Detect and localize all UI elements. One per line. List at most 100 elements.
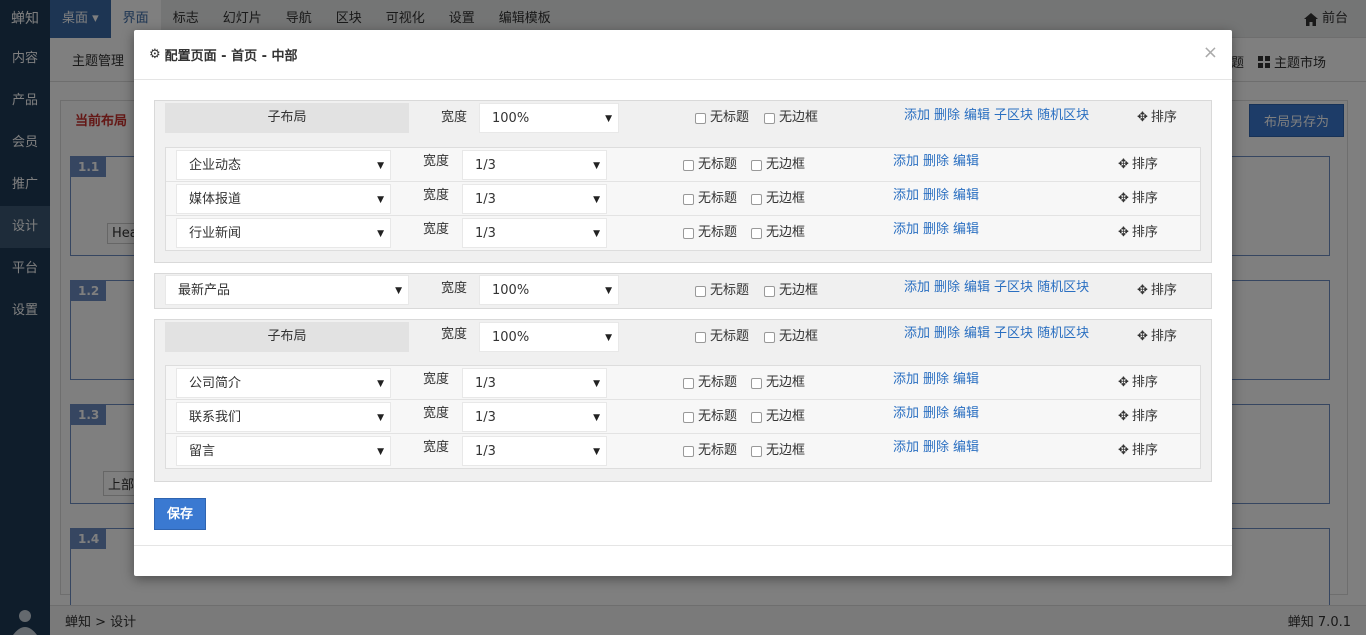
delete-link[interactable]: 删除: [923, 154, 949, 169]
no-title-checkbox[interactable]: 无标题: [683, 400, 737, 434]
width-select[interactable]: 1/3 ▼: [462, 402, 607, 432]
sort-handle[interactable]: ✥ 排序: [1118, 182, 1158, 216]
width-select[interactable]: 100% ▼: [479, 322, 619, 352]
move-icon: ✥: [1118, 157, 1129, 172]
checkbox-box: [683, 445, 694, 457]
width-select[interactable]: 1/3 ▼: [462, 368, 607, 398]
group-row: 子布局 宽度 100% ▼ 无标题 无边框 添加 删除 编辑 子区块 随机区块 ✥ 排序: [155, 320, 1211, 354]
add-link[interactable]: 添加: [893, 222, 919, 237]
edit-link[interactable]: 编辑: [953, 372, 979, 387]
random-block-link[interactable]: 随机区块: [1037, 326, 1089, 341]
delete-link[interactable]: 删除: [923, 188, 949, 203]
checkbox-box: [764, 112, 775, 124]
no-title-checkbox[interactable]: 无标题: [683, 182, 737, 216]
sort-handle[interactable]: ✥ 排序: [1137, 320, 1177, 354]
checkbox-label: 无标题: [710, 329, 750, 344]
no-title-checkbox[interactable]: 无标题: [695, 320, 749, 354]
no-border-checkbox[interactable]: 无边框: [751, 366, 805, 400]
add-link[interactable]: 添加: [904, 108, 930, 123]
width-label: 宽度: [423, 440, 450, 455]
block-select[interactable]: 联系我们 ▼: [176, 402, 391, 432]
subblock-link[interactable]: 子区块: [994, 108, 1033, 123]
close-button[interactable]: ×: [1203, 42, 1218, 63]
caret-down-icon: ▼: [395, 286, 402, 296]
move-icon: ✥: [1118, 409, 1129, 424]
subblock-link[interactable]: 子区块: [994, 326, 1033, 341]
sort-handle[interactable]: ✥ 排序: [1137, 101, 1177, 135]
width-select[interactable]: 1/3 ▼: [462, 218, 607, 248]
add-link[interactable]: 添加: [893, 406, 919, 421]
row-actions: 添加 删除 编辑 子区块 随机区块: [904, 99, 1093, 133]
delete-link[interactable]: 删除: [923, 406, 949, 421]
random-block-link[interactable]: 随机区块: [1037, 108, 1089, 123]
add-link[interactable]: 添加: [893, 372, 919, 387]
sort-handle[interactable]: ✥ 排序: [1118, 216, 1158, 250]
caret-down-icon: ▼: [377, 229, 384, 239]
sort-handle[interactable]: ✥ 排序: [1118, 400, 1158, 434]
checkbox-box: [751, 227, 762, 239]
edit-link[interactable]: 编辑: [953, 154, 979, 169]
edit-link[interactable]: 编辑: [964, 326, 990, 341]
child-rows: 企业动态 ▼ 宽度 1/3 ▼ 无标题 无边框 添加 删除 编辑 ✥ 排序 媒体报道 ▼ 宽…: [165, 147, 1201, 251]
add-link[interactable]: 添加: [893, 188, 919, 203]
delete-link[interactable]: 删除: [923, 222, 949, 237]
no-border-checkbox[interactable]: 无边框: [751, 148, 805, 182]
delete-link[interactable]: 删除: [923, 440, 949, 455]
add-link[interactable]: 添加: [904, 280, 930, 295]
delete-link[interactable]: 删除: [923, 372, 949, 387]
block-select[interactable]: 媒体报道 ▼: [176, 184, 391, 214]
width-label: 宽度: [423, 372, 450, 387]
block-select[interactable]: 企业动态 ▼: [176, 150, 391, 180]
checkbox-label: 无标题: [698, 157, 738, 172]
block-select[interactable]: 最新产品 ▼: [165, 275, 409, 305]
edit-link[interactable]: 编辑: [964, 108, 990, 123]
edit-link[interactable]: 编辑: [964, 280, 990, 295]
add-link[interactable]: 添加: [893, 154, 919, 169]
sort-handle[interactable]: ✥ 排序: [1118, 366, 1158, 400]
delete-link[interactable]: 删除: [934, 326, 960, 341]
block-select[interactable]: 公司简介 ▼: [176, 368, 391, 398]
add-link[interactable]: 添加: [904, 326, 930, 341]
no-title-checkbox[interactable]: 无标题: [683, 434, 737, 468]
add-link[interactable]: 添加: [893, 440, 919, 455]
no-border-checkbox[interactable]: 无边框: [751, 434, 805, 468]
move-icon: ✥: [1137, 329, 1148, 344]
move-icon: ✥: [1118, 191, 1129, 206]
no-border-checkbox[interactable]: 无边框: [764, 274, 818, 308]
width-select[interactable]: 100% ▼: [479, 275, 619, 305]
no-border-checkbox[interactable]: 无边框: [751, 400, 805, 434]
no-border-checkbox[interactable]: 无边框: [751, 216, 805, 250]
width-select[interactable]: 1/3 ▼: [462, 436, 607, 466]
no-title-checkbox[interactable]: 无标题: [695, 101, 749, 135]
checkbox-label: 无边框: [779, 283, 819, 298]
no-title-checkbox[interactable]: 无标题: [683, 366, 737, 400]
width-select[interactable]: 1/3 ▼: [462, 150, 607, 180]
edit-link[interactable]: 编辑: [953, 406, 979, 421]
block-select[interactable]: 留言 ▼: [176, 436, 391, 466]
random-block-link[interactable]: 随机区块: [1037, 280, 1089, 295]
edit-link[interactable]: 编辑: [953, 440, 979, 455]
no-border-checkbox[interactable]: 无边框: [764, 101, 818, 135]
no-border-checkbox[interactable]: 无边框: [751, 182, 805, 216]
no-title-checkbox[interactable]: 无标题: [683, 148, 737, 182]
width-select[interactable]: 100% ▼: [479, 103, 619, 133]
sort-handle[interactable]: ✥ 排序: [1118, 148, 1158, 182]
checkbox-box: [751, 411, 762, 423]
block-select[interactable]: 行业新闻 ▼: [176, 218, 391, 248]
no-border-checkbox[interactable]: 无边框: [764, 320, 818, 354]
no-title-checkbox[interactable]: 无标题: [683, 216, 737, 250]
save-button[interactable]: 保存: [154, 498, 206, 530]
width-select[interactable]: 1/3 ▼: [462, 184, 607, 214]
delete-link[interactable]: 删除: [934, 108, 960, 123]
row-actions: 添加 删除 编辑: [893, 213, 983, 247]
edit-link[interactable]: 编辑: [953, 188, 979, 203]
sort-handle[interactable]: ✥ 排序: [1118, 434, 1158, 468]
delete-link[interactable]: 删除: [934, 280, 960, 295]
no-title-checkbox[interactable]: 无标题: [695, 274, 749, 308]
subblock-link[interactable]: 子区块: [994, 280, 1033, 295]
child-row: 联系我们 ▼ 宽度 1/3 ▼ 无标题 无边框 添加 删除 编辑 ✥ 排序: [166, 400, 1200, 434]
edit-link[interactable]: 编辑: [953, 222, 979, 237]
sort-handle[interactable]: ✥ 排序: [1137, 274, 1177, 308]
row-actions: 添加 删除 编辑: [893, 363, 983, 397]
width-label: 宽度: [423, 188, 450, 203]
